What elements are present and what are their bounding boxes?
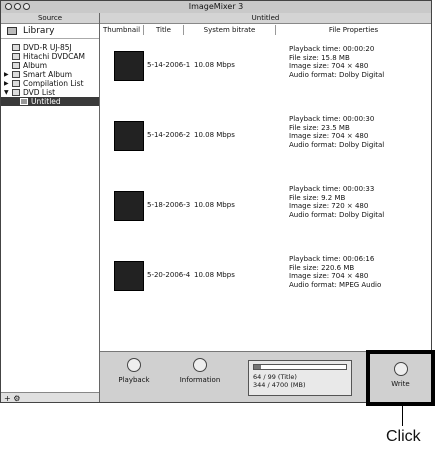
video-thumbnail — [114, 121, 144, 151]
row-bitrate: 10.08 Mbps — [194, 271, 235, 279]
click-annotation: Click — [386, 428, 421, 445]
sidebar-item-label: Untitled — [31, 97, 61, 106]
playback-icon — [127, 358, 141, 372]
sidebar-item-library[interactable]: Library — [1, 24, 99, 39]
file-size: File size: 15.8 MB — [289, 53, 350, 62]
dvd-icon — [20, 98, 28, 105]
smart-album-icon — [12, 71, 20, 78]
column-header-bitrate[interactable]: System bitrate — [184, 25, 276, 35]
usage-bar-fill — [254, 365, 261, 369]
sidebar-item-label: Smart Album — [23, 70, 73, 79]
sidebar-bottom-bar: + ⚙ — [1, 392, 99, 402]
content-area: Untitled Thumbnail Title System bitrate … — [100, 13, 431, 351]
sidebar-item-label: Album — [23, 61, 48, 70]
playback-time: Playback time: 00:00:30 — [289, 115, 375, 123]
row-file-properties: Playback time: 00:06:16 File size: 220.6… — [289, 255, 381, 289]
image-size: Image size: 704 × 480 — [289, 272, 369, 280]
playback-button[interactable]: Playback — [112, 358, 156, 384]
sidebar-item-label: DVD-R UJ-85J — [23, 43, 72, 52]
sidebar-item-dvd-list[interactable]: ▼ DVD List — [1, 88, 99, 97]
sidebar-item-untitled[interactable]: Untitled — [1, 97, 99, 106]
video-thumbnail — [114, 261, 144, 291]
audio-format: Audio format: MPEG Audio — [289, 280, 382, 289]
playback-time: Playback time: 00:00:20 — [289, 45, 375, 53]
usage-bar — [253, 364, 347, 370]
video-thumbnail — [114, 51, 144, 81]
table-row[interactable]: 5-18-2006-3 10.08 Mbps Playback time: 00… — [100, 179, 431, 241]
playback-label: Playback — [118, 376, 150, 384]
album-icon — [12, 62, 20, 69]
write-button[interactable]: Write — [366, 350, 435, 406]
information-icon — [193, 358, 207, 372]
row-file-properties: Playback time: 00:00:30 File size: 23.5 … — [289, 115, 384, 149]
sidebar-item-label: Hitachi DVDCAM — [23, 52, 85, 61]
image-size: Image size: 720 × 480 — [289, 202, 369, 210]
expand-triangle-icon[interactable]: ▶ — [4, 79, 9, 88]
sidebar-header: Source — [1, 13, 99, 24]
sidebar-action-icons[interactable]: + ⚙ — [4, 394, 20, 402]
disc-usage-meter: 64 / 99 (Title) 344 / 4700 (MB) — [248, 360, 352, 396]
row-bitrate: 10.08 Mbps — [194, 201, 235, 209]
usage-megabytes: 344 / 4700 (MB) — [253, 381, 306, 389]
row-file-properties: Playback time: 00:00:20 File size: 15.8 … — [289, 45, 384, 79]
sidebar-item-label: Library — [23, 26, 55, 36]
write-label: Write — [391, 380, 410, 388]
audio-format: Audio format: Dolby Digital — [289, 210, 385, 219]
row-title: 5-20-2006-4 — [147, 271, 191, 279]
source-sidebar: Source Library DVD-R UJ-85J Hitachi DVDC… — [1, 13, 100, 402]
column-header-title[interactable]: Title — [144, 25, 184, 35]
app-window: ImageMixer 3 Source Library DVD-R UJ-85J… — [0, 0, 432, 403]
column-header-file-properties[interactable]: File Properties — [276, 25, 431, 35]
library-icon — [7, 27, 17, 35]
collapse-triangle-icon[interactable]: ▼ — [4, 88, 9, 97]
sidebar-item-dvd-drive[interactable]: DVD-R UJ-85J — [1, 43, 99, 52]
sidebar-item-album[interactable]: Album — [1, 61, 99, 70]
camera-icon — [12, 53, 20, 60]
sidebar-item-label: DVD List — [23, 88, 56, 97]
sidebar-item-dvdcam[interactable]: Hitachi DVDCAM — [1, 52, 99, 61]
expand-triangle-icon[interactable]: ▶ — [4, 70, 9, 79]
write-disc-icon — [393, 362, 408, 376]
table-row[interactable]: 5-14-2006-2 10.08 Mbps Playback time: 00… — [100, 109, 431, 171]
usage-titles: 64 / 99 (Title) — [253, 373, 297, 381]
column-header-thumbnail[interactable]: Thumbnail — [100, 25, 144, 35]
audio-format: Audio format: Dolby Digital — [289, 70, 385, 79]
row-bitrate: 10.08 Mbps — [194, 61, 235, 69]
information-button[interactable]: Information — [178, 358, 222, 384]
sidebar-item-compilation-list[interactable]: ▶ Compilation List — [1, 79, 99, 88]
disc-icon — [12, 44, 20, 51]
row-file-properties: Playback time: 00:00:33 File size: 9.2 M… — [289, 185, 384, 219]
list-icon — [12, 80, 20, 87]
file-size: File size: 23.5 MB — [289, 123, 350, 132]
video-thumbnail — [114, 191, 144, 221]
information-label: Information — [179, 376, 221, 384]
table-row[interactable]: 5-20-2006-4 10.08 Mbps Playback time: 00… — [100, 249, 431, 311]
window-title: ImageMixer 3 — [188, 2, 244, 11]
file-size: File size: 9.2 MB — [289, 193, 346, 202]
sidebar-item-smart-album[interactable]: ▶ Smart Album — [1, 70, 99, 79]
file-size: File size: 220.6 MB — [289, 263, 355, 272]
row-title: 5-14-2006-2 — [147, 131, 191, 139]
row-title: 5-14-2006-1 — [147, 61, 191, 69]
dvd-list-icon — [12, 89, 20, 96]
image-size: Image size: 704 × 480 — [289, 62, 369, 70]
sidebar-item-label: Compilation List — [23, 79, 84, 88]
content-header: Untitled — [100, 13, 431, 24]
playback-time: Playback time: 00:06:16 — [289, 255, 375, 263]
audio-format: Audio format: Dolby Digital — [289, 140, 385, 149]
image-size: Image size: 704 × 480 — [289, 132, 369, 140]
row-bitrate: 10.08 Mbps — [194, 131, 235, 139]
row-title: 5-18-2006-3 — [147, 201, 191, 209]
table-row[interactable]: 5-14-2006-1 10.08 Mbps Playback time: 00… — [100, 39, 431, 101]
playback-time: Playback time: 00:00:33 — [289, 185, 375, 193]
callout-line — [402, 406, 403, 426]
